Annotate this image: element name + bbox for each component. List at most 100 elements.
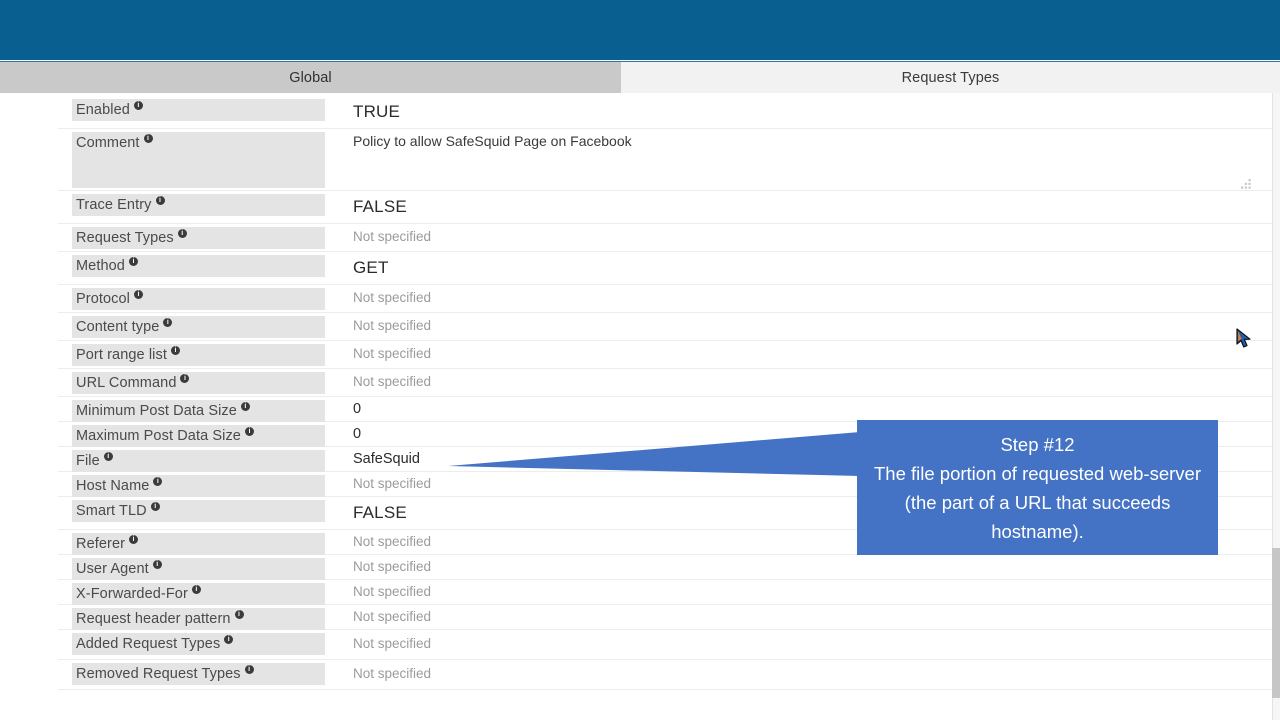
field-value[interactable]: Not specified: [353, 534, 431, 549]
field-value[interactable]: Not specified: [353, 229, 431, 244]
field-label-text: Protocol: [76, 291, 130, 307]
info-icon[interactable]: i: [234, 609, 244, 619]
field-label: Method i: [72, 255, 325, 277]
form-row: Port range list i Not specified: [58, 341, 1272, 369]
info-icon[interactable]: i: [129, 534, 139, 544]
field-label: Maximum Post Data Size i: [72, 425, 325, 447]
form-row: Protocol i Not specified: [58, 285, 1272, 313]
field-label-text: Smart TLD: [76, 503, 147, 519]
info-icon[interactable]: i: [244, 426, 254, 436]
field-value[interactable]: Not specified: [353, 584, 431, 599]
info-icon[interactable]: i: [170, 345, 180, 355]
settings-form: Enabled i TRUE Comment i Policy to allow Safe…: [0, 93, 1280, 720]
form-row: X-Forwarded-For i Not specified: [58, 580, 1272, 605]
info-icon[interactable]: i: [128, 256, 138, 266]
info-icon[interactable]: i: [143, 133, 153, 143]
field-label: Port range list i: [72, 344, 325, 366]
field-value[interactable]: Not specified: [353, 374, 431, 389]
field-label-text: URL Command: [76, 375, 177, 391]
field-label: Added Request Types i: [72, 633, 325, 655]
info-icon[interactable]: i: [224, 634, 234, 644]
info-icon[interactable]: i: [155, 195, 165, 205]
field-label: Content type i: [72, 316, 325, 338]
callout-step-12: Step #12 The file portion of requested w…: [857, 420, 1218, 555]
field-label: Host Name i: [72, 475, 325, 497]
tab-strip: Global Request Types: [0, 61, 1280, 94]
form-row: URL Command i Not specified: [58, 369, 1272, 397]
form-row: Comment i Policy to allow SafeSquid Page o…: [58, 129, 1272, 191]
field-label-text: Request Types: [76, 230, 174, 246]
form-row: Removed Request Types i Not specified: [58, 660, 1272, 690]
field-label: File i: [72, 450, 325, 472]
field-value[interactable]: FALSE: [353, 503, 407, 523]
info-icon[interactable]: i: [150, 501, 160, 511]
field-label: URL Command i: [72, 372, 325, 394]
field-value[interactable]: Not specified: [353, 636, 431, 651]
field-value[interactable]: 0: [353, 426, 361, 442]
vertical-scrollbar-track[interactable]: [1272, 93, 1280, 720]
field-label: Request header pattern i: [72, 608, 325, 630]
tab-global[interactable]: Global: [0, 62, 621, 94]
field-value[interactable]: TRUE: [353, 102, 400, 122]
form-row: Method i GET: [58, 252, 1272, 285]
field-value[interactable]: Not specified: [353, 476, 431, 491]
form-row: Added Request Types i Not specified: [58, 630, 1272, 660]
field-label-text: Minimum Post Data Size: [76, 403, 237, 419]
callout-title: Step #12: [1000, 434, 1075, 455]
field-label-text: Comment: [76, 135, 140, 151]
field-value[interactable]: Policy to allow SafeSquid Page on Facebo…: [353, 133, 632, 149]
info-icon[interactable]: i: [103, 451, 113, 461]
field-value[interactable]: Not specified: [353, 609, 431, 624]
field-value[interactable]: GET: [353, 258, 389, 278]
field-label: Removed Request Types i: [72, 663, 325, 685]
vertical-scrollbar-thumb[interactable]: [1272, 548, 1280, 698]
field-value[interactable]: Not specified: [353, 318, 431, 333]
field-value[interactable]: SafeSquid: [353, 451, 420, 467]
info-icon[interactable]: i: [163, 317, 173, 327]
field-label-text: Request header pattern: [76, 611, 231, 627]
field-value[interactable]: Not specified: [353, 346, 431, 361]
form-row: Minimum Post Data Size i 0: [58, 397, 1272, 422]
field-label: Referer i: [72, 533, 325, 555]
app-header-band: [0, 0, 1280, 60]
info-icon[interactable]: i: [180, 373, 190, 383]
field-label-text: Added Request Types: [76, 636, 221, 652]
form-row: Enabled i TRUE: [58, 96, 1272, 129]
field-label: Enabled i: [72, 99, 325, 121]
field-label-text: Maximum Post Data Size: [76, 428, 241, 444]
info-icon[interactable]: i: [191, 584, 201, 594]
field-value[interactable]: Not specified: [353, 666, 431, 681]
field-value[interactable]: Not specified: [353, 559, 431, 574]
tab-request-types[interactable]: Request Types: [621, 62, 1280, 94]
field-label-text: X-Forwarded-For: [76, 586, 188, 602]
info-icon[interactable]: i: [134, 289, 143, 299]
field-label-text: User Agent: [76, 561, 149, 577]
field-label-text: Referer: [76, 536, 126, 552]
info-icon[interactable]: i: [153, 476, 163, 486]
info-icon[interactable]: i: [244, 664, 254, 674]
info-icon[interactable]: i: [177, 228, 187, 238]
field-label-text: Trace Entry: [76, 197, 152, 213]
form-row: Trace Entry i FALSE: [58, 191, 1272, 224]
field-label-text: File: [76, 453, 100, 469]
field-label: X-Forwarded-For i: [72, 583, 325, 605]
field-value[interactable]: FALSE: [353, 197, 407, 217]
field-label: Smart TLD i: [72, 500, 325, 522]
form-row: Request header pattern i Not specified: [58, 605, 1272, 630]
field-value[interactable]: 0: [353, 401, 361, 417]
field-label: Protocol i: [72, 288, 325, 310]
field-label: Comment i: [72, 132, 325, 188]
info-icon[interactable]: i: [152, 559, 162, 569]
field-label-text: Enabled: [76, 102, 130, 118]
field-label-text: Content type: [76, 319, 160, 335]
field-label-text: Method: [76, 258, 125, 274]
form-row: Request Types i Not specified: [58, 224, 1272, 252]
field-label-text: Host Name: [76, 478, 150, 494]
field-label: Trace Entry i: [72, 194, 325, 216]
info-icon[interactable]: i: [240, 401, 250, 411]
field-value[interactable]: Not specified: [353, 290, 431, 305]
field-label-text: Port range list: [76, 347, 167, 363]
field-label: User Agent i: [72, 558, 325, 580]
info-icon[interactable]: i: [133, 100, 143, 110]
callout-body: The file portion of requested web-server…: [873, 463, 1201, 542]
